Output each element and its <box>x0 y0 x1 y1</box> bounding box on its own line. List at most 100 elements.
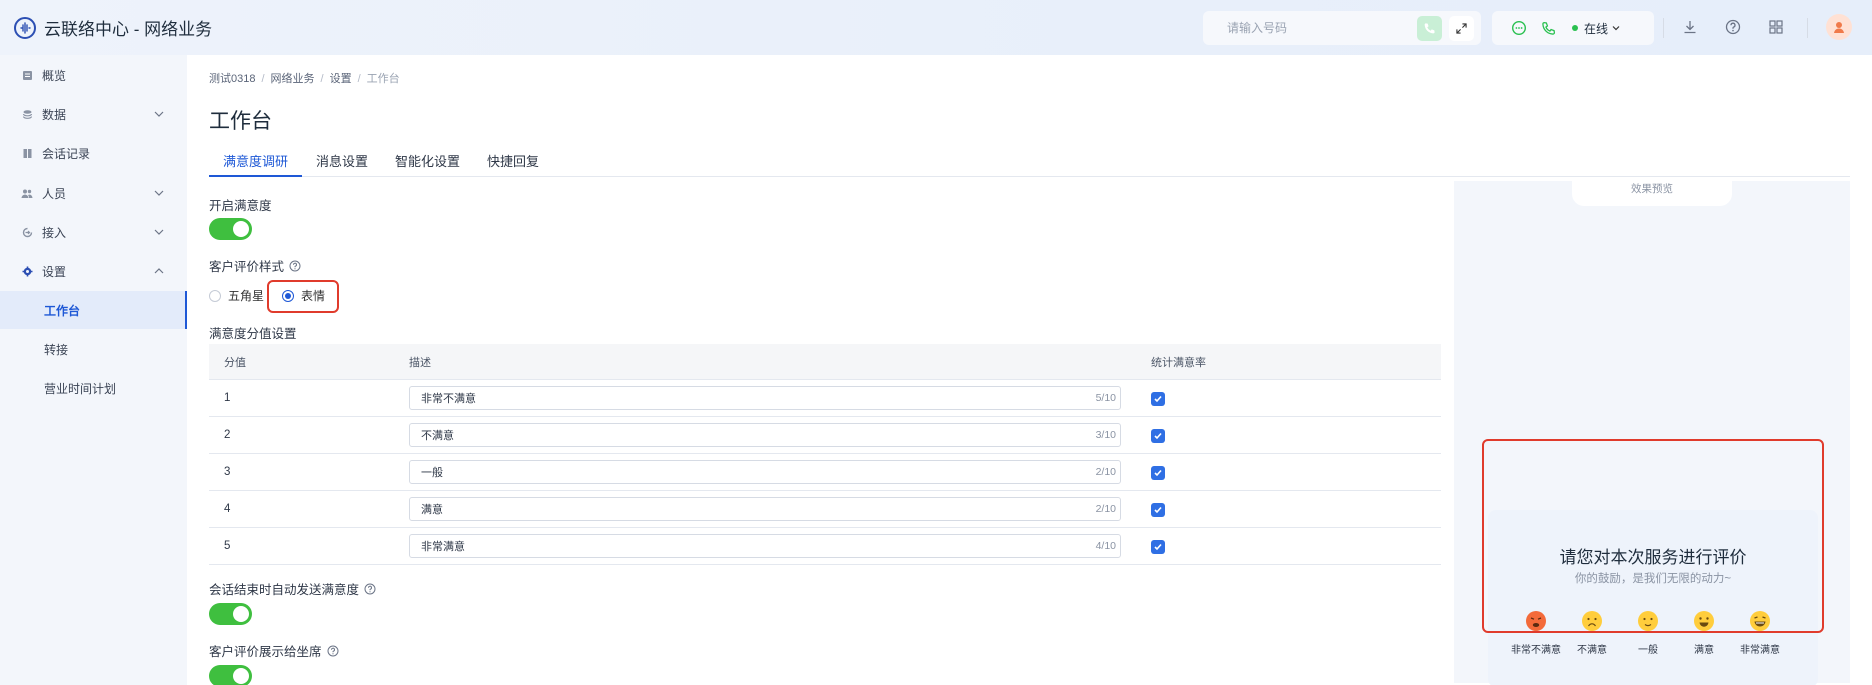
score-cell: 1 <box>224 392 231 404</box>
phone-icon <box>1424 23 1435 34</box>
stat-checkbox[interactable] <box>1151 503 1165 517</box>
sidebar-item-records[interactable]: 会话记录 <box>0 134 187 172</box>
sidebar-item-settings[interactable]: 设置 <box>0 252 187 290</box>
desc-input[interactable]: 非常满意 4/10 <box>409 534 1121 558</box>
download-icon[interactable] <box>1680 17 1700 37</box>
check-icon <box>1154 506 1162 514</box>
char-count: 5/10 <box>1095 392 1116 404</box>
desc-input[interactable]: 满意 2/10 <box>409 497 1121 521</box>
sidebar-item-access[interactable]: 接入 <box>0 213 187 251</box>
tab-quick-reply[interactable]: 快捷回复 <box>487 151 539 177</box>
tab-satisfaction-survey[interactable]: 满意度调研 <box>209 151 303 177</box>
auto-send-label: 会话结束时自动发送满意度 <box>209 579 376 598</box>
column-header-score: 分值 <box>224 356 246 369</box>
stat-checkbox[interactable] <box>1151 466 1165 480</box>
show-agent-toggle[interactable] <box>209 665 252 685</box>
status-label: 在线 <box>1584 21 1609 36</box>
message-icon[interactable] <box>1511 20 1527 36</box>
overview-icon <box>21 69 33 81</box>
online-dot <box>1572 25 1578 31</box>
desc-input[interactable]: 非常不满意 5/10 <box>409 386 1121 410</box>
records-icon <box>21 147 33 159</box>
brand: 云联络中心 - 网络业务 <box>0 15 212 40</box>
desc-input[interactable]: 不满意 3/10 <box>409 423 1121 447</box>
sidebar-item-label: 设置 <box>42 264 67 279</box>
enable-satisfaction-toggle[interactable] <box>209 218 252 240</box>
radio-star[interactable] <box>209 289 221 302</box>
sidebar-subitem-business-hours[interactable]: 营业时间计划 <box>0 369 187 407</box>
check-icon <box>1154 469 1162 477</box>
emoji-label: 不满意 <box>1577 645 1607 656</box>
sidebar-subitem-workbench[interactable]: 工作台 <box>0 291 187 329</box>
avatar[interactable] <box>1826 14 1852 40</box>
table-row: 5 非常满意 4/10 <box>209 528 1441 565</box>
sidebar-item-overview[interactable]: 概览 <box>0 56 187 94</box>
score-cell: 5 <box>224 540 231 552</box>
phone-input[interactable] <box>1227 21 1417 35</box>
check-icon <box>1154 395 1162 403</box>
top-bar: 云联络中心 - 网络业务 在线 <box>0 0 1872 55</box>
brand-logo-icon <box>14 16 36 39</box>
char-count: 2/10 <box>1095 466 1116 478</box>
emoji-label: 满意 <box>1694 645 1714 656</box>
rating-style-text: 客户评价样式 <box>209 260 285 274</box>
sidebar-subitem-transfer[interactable]: 转接 <box>0 330 187 368</box>
breadcrumb-item[interactable]: 网络业务 <box>271 73 315 85</box>
app-title: 云联络中心 - 网络业务 <box>44 20 213 39</box>
show-agent-label: 客户评价展示给坐席 <box>209 641 339 660</box>
page-title: 工作台 <box>209 110 272 133</box>
desc-value: 非常满意 <box>421 541 465 553</box>
help-icon[interactable] <box>1723 17 1743 37</box>
grid-icon[interactable] <box>1766 17 1786 37</box>
radio-star-label[interactable]: 五角星 <box>228 287 264 304</box>
sidebar-item-label: 接入 <box>42 225 67 240</box>
settings-icon <box>21 265 33 277</box>
chevron-down-icon <box>154 190 164 196</box>
highlight-box <box>267 280 339 313</box>
sidebar-item-people[interactable]: 人员 <box>0 174 187 212</box>
sidebar-item-label: 人员 <box>42 186 67 201</box>
score-cell: 4 <box>224 503 231 515</box>
table-header: 分值 描述 统计满意率 <box>209 344 1441 380</box>
desc-value: 一般 <box>421 467 443 479</box>
sidebar-item-data[interactable]: 数据 <box>0 95 187 133</box>
chevron-down-icon <box>1612 26 1620 31</box>
help-icon[interactable] <box>289 260 301 272</box>
call-button[interactable] <box>1417 16 1442 41</box>
table-row: 4 满意 2/10 <box>209 491 1441 528</box>
breadcrumb: 测试0318/网络业务 / 设置 / 工作台 <box>209 73 400 85</box>
char-count: 3/10 <box>1095 429 1116 441</box>
table-row: 1 非常不满意 5/10 <box>209 380 1441 417</box>
people-icon <box>21 187 33 199</box>
access-icon <box>21 226 33 238</box>
stat-checkbox[interactable] <box>1151 429 1165 443</box>
desc-input[interactable]: 一般 2/10 <box>409 460 1121 484</box>
tab-message-settings[interactable]: 消息设置 <box>316 151 368 177</box>
expand-button[interactable] <box>1449 16 1474 41</box>
phone-dial-box <box>1203 11 1481 45</box>
column-header-stat: 统计满意率 <box>1151 356 1206 369</box>
emoji-label: 非常不满意 <box>1511 645 1561 656</box>
highlight-box <box>1482 439 1824 633</box>
stat-checkbox[interactable] <box>1151 392 1165 406</box>
stat-checkbox[interactable] <box>1151 540 1165 554</box>
check-icon <box>1154 432 1162 440</box>
preview-tab: 效果预览 <box>1572 181 1732 206</box>
agent-status-box: 在线 <box>1492 11 1654 45</box>
status-dropdown[interactable]: 在线 <box>1572 20 1621 37</box>
table-row: 2 不满意 3/10 <box>209 417 1441 454</box>
sidebar: 概览 数据 会话记录 人员 接入 设置 工作台 转接 营业时间计划 <box>0 55 187 685</box>
divider <box>1663 18 1664 38</box>
breadcrumb-item[interactable]: 测试0318 <box>209 73 255 85</box>
help-icon[interactable] <box>364 583 376 595</box>
auto-send-toggle[interactable] <box>209 603 252 625</box>
sidebar-item-label: 概览 <box>42 68 67 83</box>
tab-smart-settings[interactable]: 智能化设置 <box>395 151 460 177</box>
data-icon <box>21 108 33 120</box>
breadcrumb-item[interactable]: 设置 <box>330 73 352 85</box>
emoji-label: 非常满意 <box>1740 645 1780 656</box>
phone-icon[interactable] <box>1541 21 1556 36</box>
score-cell: 3 <box>224 466 231 478</box>
chevron-up-icon <box>154 268 164 274</box>
help-icon[interactable] <box>327 645 339 657</box>
